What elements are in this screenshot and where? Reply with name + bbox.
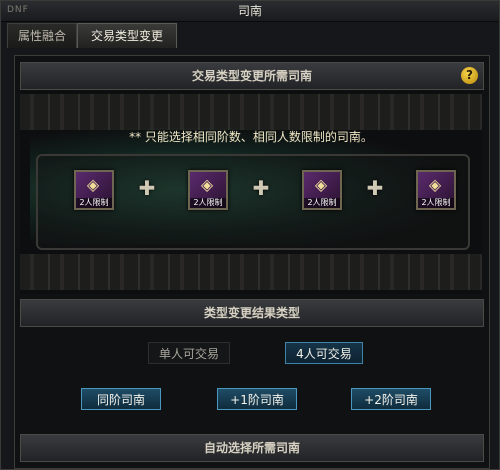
compass-item-slot[interactable]: ◈ 2人限制 bbox=[188, 170, 228, 210]
compass-item-slot[interactable]: ◈ 2人限制 bbox=[416, 170, 456, 210]
tab-trade-type-change[interactable]: 交易类型变更 bbox=[77, 23, 177, 48]
section-auto-select-header[interactable]: 自动选择所需司南 bbox=[20, 434, 484, 462]
compass-item-icon: ◈ bbox=[200, 175, 214, 194]
option-four-trade-button[interactable]: 4人可交易 bbox=[285, 342, 363, 364]
item-limit-label: 2人限制 bbox=[190, 198, 226, 208]
option-single-trade-button[interactable]: 单人可交易 bbox=[148, 342, 230, 364]
compass-item-slot[interactable]: ◈ 2人限制 bbox=[74, 170, 114, 210]
compass-item-icon: ◈ bbox=[314, 175, 328, 194]
tab-attribute-fusion[interactable]: 属性融合 bbox=[7, 23, 77, 48]
plus-icon: ✚ bbox=[138, 176, 156, 200]
item-limit-label: 2人限制 bbox=[304, 198, 340, 208]
item-limit-label: 2人限制 bbox=[76, 198, 112, 208]
window: DNF 司南 属性融合 交易类型变更 交易类型变更所需司南 ? ** 只能选择相… bbox=[0, 0, 500, 470]
tier-same-button[interactable]: 同阶司南 bbox=[81, 388, 161, 410]
plus-icon: ✚ bbox=[366, 176, 384, 200]
section-title: 交易类型变更所需司南 bbox=[191, 69, 312, 83]
title-bar[interactable]: DNF 司南 bbox=[1, 1, 499, 22]
compass-item-icon: ◈ bbox=[86, 175, 100, 194]
help-icon[interactable]: ? bbox=[461, 67, 478, 84]
section-required-compass-header: 交易类型变更所需司南 ? bbox=[20, 62, 484, 90]
compass-item-icon: ◈ bbox=[428, 175, 442, 194]
section-result-type-header: 类型变更结果类型 bbox=[20, 299, 484, 327]
plus-icon: ✚ bbox=[252, 176, 270, 200]
selection-notice: ** 只能选择相同阶数、相同人数限制的司南。 bbox=[129, 130, 373, 144]
main-panel: 交易类型变更所需司南 ? ** 只能选择相同阶数、相同人数限制的司南。 ◈ 2人… bbox=[14, 55, 490, 469]
ornament-band-bottom bbox=[20, 254, 482, 290]
item-slot-area: ** 只能选择相同阶数、相同人数限制的司南。 ◈ 2人限制 ✚ ◈ 2人限制 ✚… bbox=[20, 90, 482, 294]
tier-plus2-button[interactable]: +2阶司南 bbox=[351, 388, 431, 410]
window-title: 司南 bbox=[237, 4, 262, 18]
tier-plus1-button[interactable]: +1阶司南 bbox=[217, 388, 297, 410]
item-limit-label: 2人限制 bbox=[418, 198, 454, 208]
compass-item-slot[interactable]: ◈ 2人限制 bbox=[302, 170, 342, 210]
